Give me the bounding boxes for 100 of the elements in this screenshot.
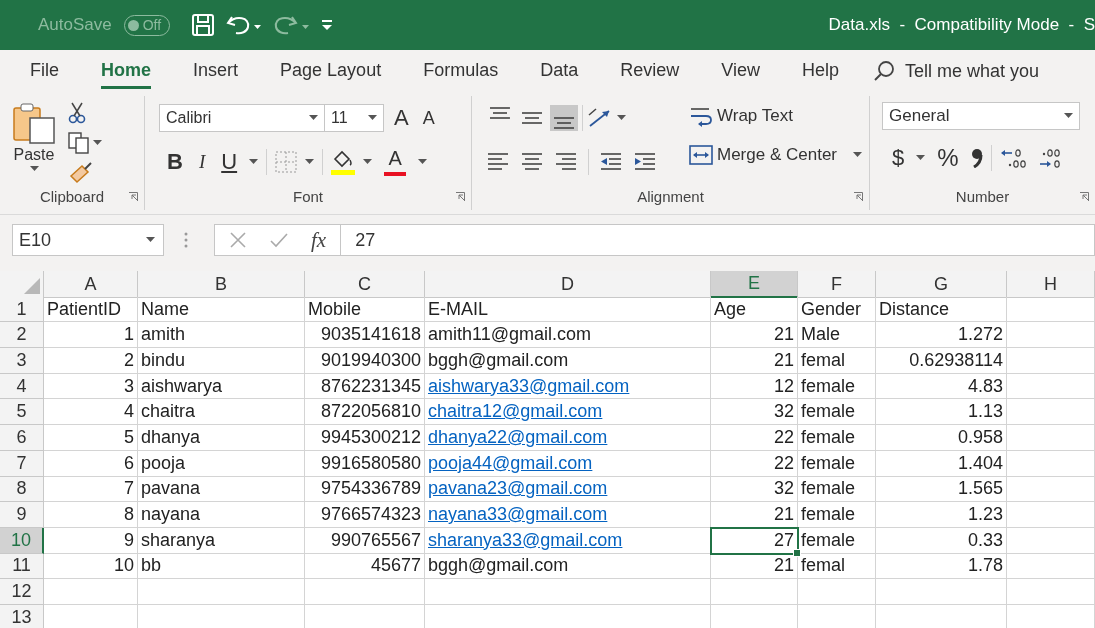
email-link[interactable]: chaitra12@gmail.com <box>428 401 603 423</box>
table-cell: 0.33 <box>967 529 1003 551</box>
column-header[interactable]: G <box>876 271 1007 298</box>
empty-cell[interactable] <box>1007 348 1095 374</box>
column-header[interactable]: A <box>44 271 138 298</box>
launcher-icon[interactable] <box>129 192 138 201</box>
empty-cell[interactable] <box>1007 296 1095 323</box>
number-format-dropdown[interactable]: General <box>882 102 1080 130</box>
row-header[interactable]: 6 <box>0 425 44 451</box>
launcher-icon[interactable] <box>1080 192 1089 201</box>
row-header[interactable]: 12 <box>0 579 44 605</box>
row-header[interactable]: 3 <box>0 348 44 374</box>
enter-icon[interactable] <box>269 231 289 249</box>
ribbon-tab[interactable]: Formulas <box>423 53 499 89</box>
row-header[interactable]: 8 <box>0 476 44 503</box>
empty-cell[interactable] <box>1007 322 1095 349</box>
column-header[interactable]: F <box>798 271 876 298</box>
increase-indent-icon[interactable] <box>633 151 657 173</box>
row-header[interactable]: 11 <box>0 553 44 580</box>
customize-icon[interactable] <box>322 20 333 30</box>
copy-icon[interactable] <box>68 132 90 154</box>
empty-cell[interactable] <box>876 579 1007 605</box>
row-header[interactable]: 7 <box>0 450 44 477</box>
empty-cell[interactable] <box>138 579 305 605</box>
underline-button[interactable]: U <box>217 147 242 177</box>
tell-me-field[interactable]: Tell me what you <box>904 60 1065 82</box>
empty-cell[interactable] <box>1007 425 1095 451</box>
row-header[interactable]: 13 <box>0 604 44 628</box>
ribbon-tab[interactable]: Insert <box>193 53 239 89</box>
email-link[interactable]: pooja44@gmail.com <box>428 452 593 474</box>
font-size-dropdown[interactable]: 11 <box>324 104 384 132</box>
borders-icon[interactable] <box>275 151 298 173</box>
empty-cell[interactable] <box>1007 553 1095 580</box>
ribbon-tab[interactable]: Review <box>620 53 680 89</box>
ribbon-tab[interactable]: Help <box>801 53 839 89</box>
cancel-icon[interactable] <box>229 231 247 249</box>
empty-cell[interactable] <box>425 579 711 605</box>
email-link[interactable]: dhanya22@gmail.com <box>428 426 608 448</box>
italic-button[interactable]: I <box>194 149 210 175</box>
font-name-dropdown[interactable]: Calibri <box>159 104 325 132</box>
font-color-button[interactable]: A <box>380 146 411 178</box>
empty-cell[interactable] <box>1007 527 1095 554</box>
bold-button[interactable]: B <box>163 147 187 177</box>
vertical-align-button[interactable] <box>550 105 578 131</box>
column-header[interactable]: H <box>1007 271 1095 298</box>
row-header[interactable]: 9 <box>0 502 44 528</box>
email-link[interactable]: nayana33@gmail.com <box>428 504 608 526</box>
launcher-icon[interactable] <box>854 192 863 201</box>
paste-button[interactable]: Paste <box>8 102 60 188</box>
empty-cell[interactable] <box>1007 373 1095 400</box>
fill-color-icon[interactable] <box>331 149 356 175</box>
row-header[interactable]: 10 <box>0 527 44 554</box>
grow-font-button[interactable]: A <box>390 103 413 133</box>
merge-center-button[interactable]: Merge & Center <box>685 142 866 168</box>
empty-cell[interactable] <box>1007 579 1095 605</box>
table-cell: pavana <box>141 478 201 500</box>
empty-cell[interactable] <box>305 579 425 605</box>
email-link[interactable]: sharanya33@gmail.com <box>428 529 623 551</box>
ribbon-tab[interactable]: File <box>30 53 59 89</box>
column-header[interactable]: D <box>425 271 711 298</box>
insert-function-button[interactable]: fx <box>311 227 327 253</box>
name-box[interactable]: E10 <box>12 224 164 256</box>
align-left-icon[interactable] <box>486 151 510 173</box>
empty-cell[interactable] <box>1007 502 1095 528</box>
shrink-font-button[interactable]: A <box>418 105 439 131</box>
empty-cell[interactable] <box>798 579 876 605</box>
launcher-icon[interactable] <box>456 192 465 201</box>
save-icon[interactable] <box>192 14 215 36</box>
percent-button[interactable]: % <box>933 142 963 174</box>
empty-cell[interactable] <box>1007 450 1095 477</box>
column-header[interactable]: B <box>138 271 305 298</box>
row-header[interactable]: 2 <box>0 322 44 349</box>
ribbon-tab[interactable]: Data <box>540 53 579 89</box>
column-header[interactable]: E <box>711 271 798 298</box>
row-header[interactable]: 5 <box>0 399 44 426</box>
column-header[interactable]: C <box>305 271 425 298</box>
format-painter-icon[interactable] <box>68 162 92 184</box>
caret-icon <box>1064 113 1073 119</box>
ribbon-tab[interactable]: Page Layout <box>280 53 382 89</box>
ribbon-tab[interactable]: View <box>721 53 760 89</box>
formula-field[interactable]: 27 <box>340 224 1095 256</box>
email-link[interactable]: pavana23@gmail.com <box>428 478 608 500</box>
align-center-icon[interactable] <box>520 151 544 173</box>
decrease-decimal-icon[interactable] <box>999 146 1028 170</box>
table-cell: 12 <box>773 375 794 397</box>
empty-cell[interactable] <box>711 579 798 605</box>
row-header[interactable]: 4 <box>0 373 44 400</box>
table-cell: nayana <box>141 504 201 526</box>
email-link[interactable]: aishwarya33@gmail.com <box>428 375 630 397</box>
scissors-icon[interactable] <box>68 102 86 124</box>
decrease-indent-icon[interactable] <box>599 151 623 173</box>
comma-style-icon[interactable] <box>970 148 983 168</box>
empty-cell[interactable] <box>1007 399 1095 426</box>
active-cell[interactable]: 27 <box>711 527 798 554</box>
currency-button[interactable]: $ <box>888 143 909 173</box>
ribbon-tab[interactable]: Home <box>101 53 152 89</box>
row-header[interactable]: 1 <box>0 296 44 323</box>
align-right-icon[interactable] <box>554 151 578 173</box>
wrap-text-button[interactable]: Wrap Text <box>685 102 866 130</box>
empty-cell[interactable] <box>1007 476 1095 503</box>
